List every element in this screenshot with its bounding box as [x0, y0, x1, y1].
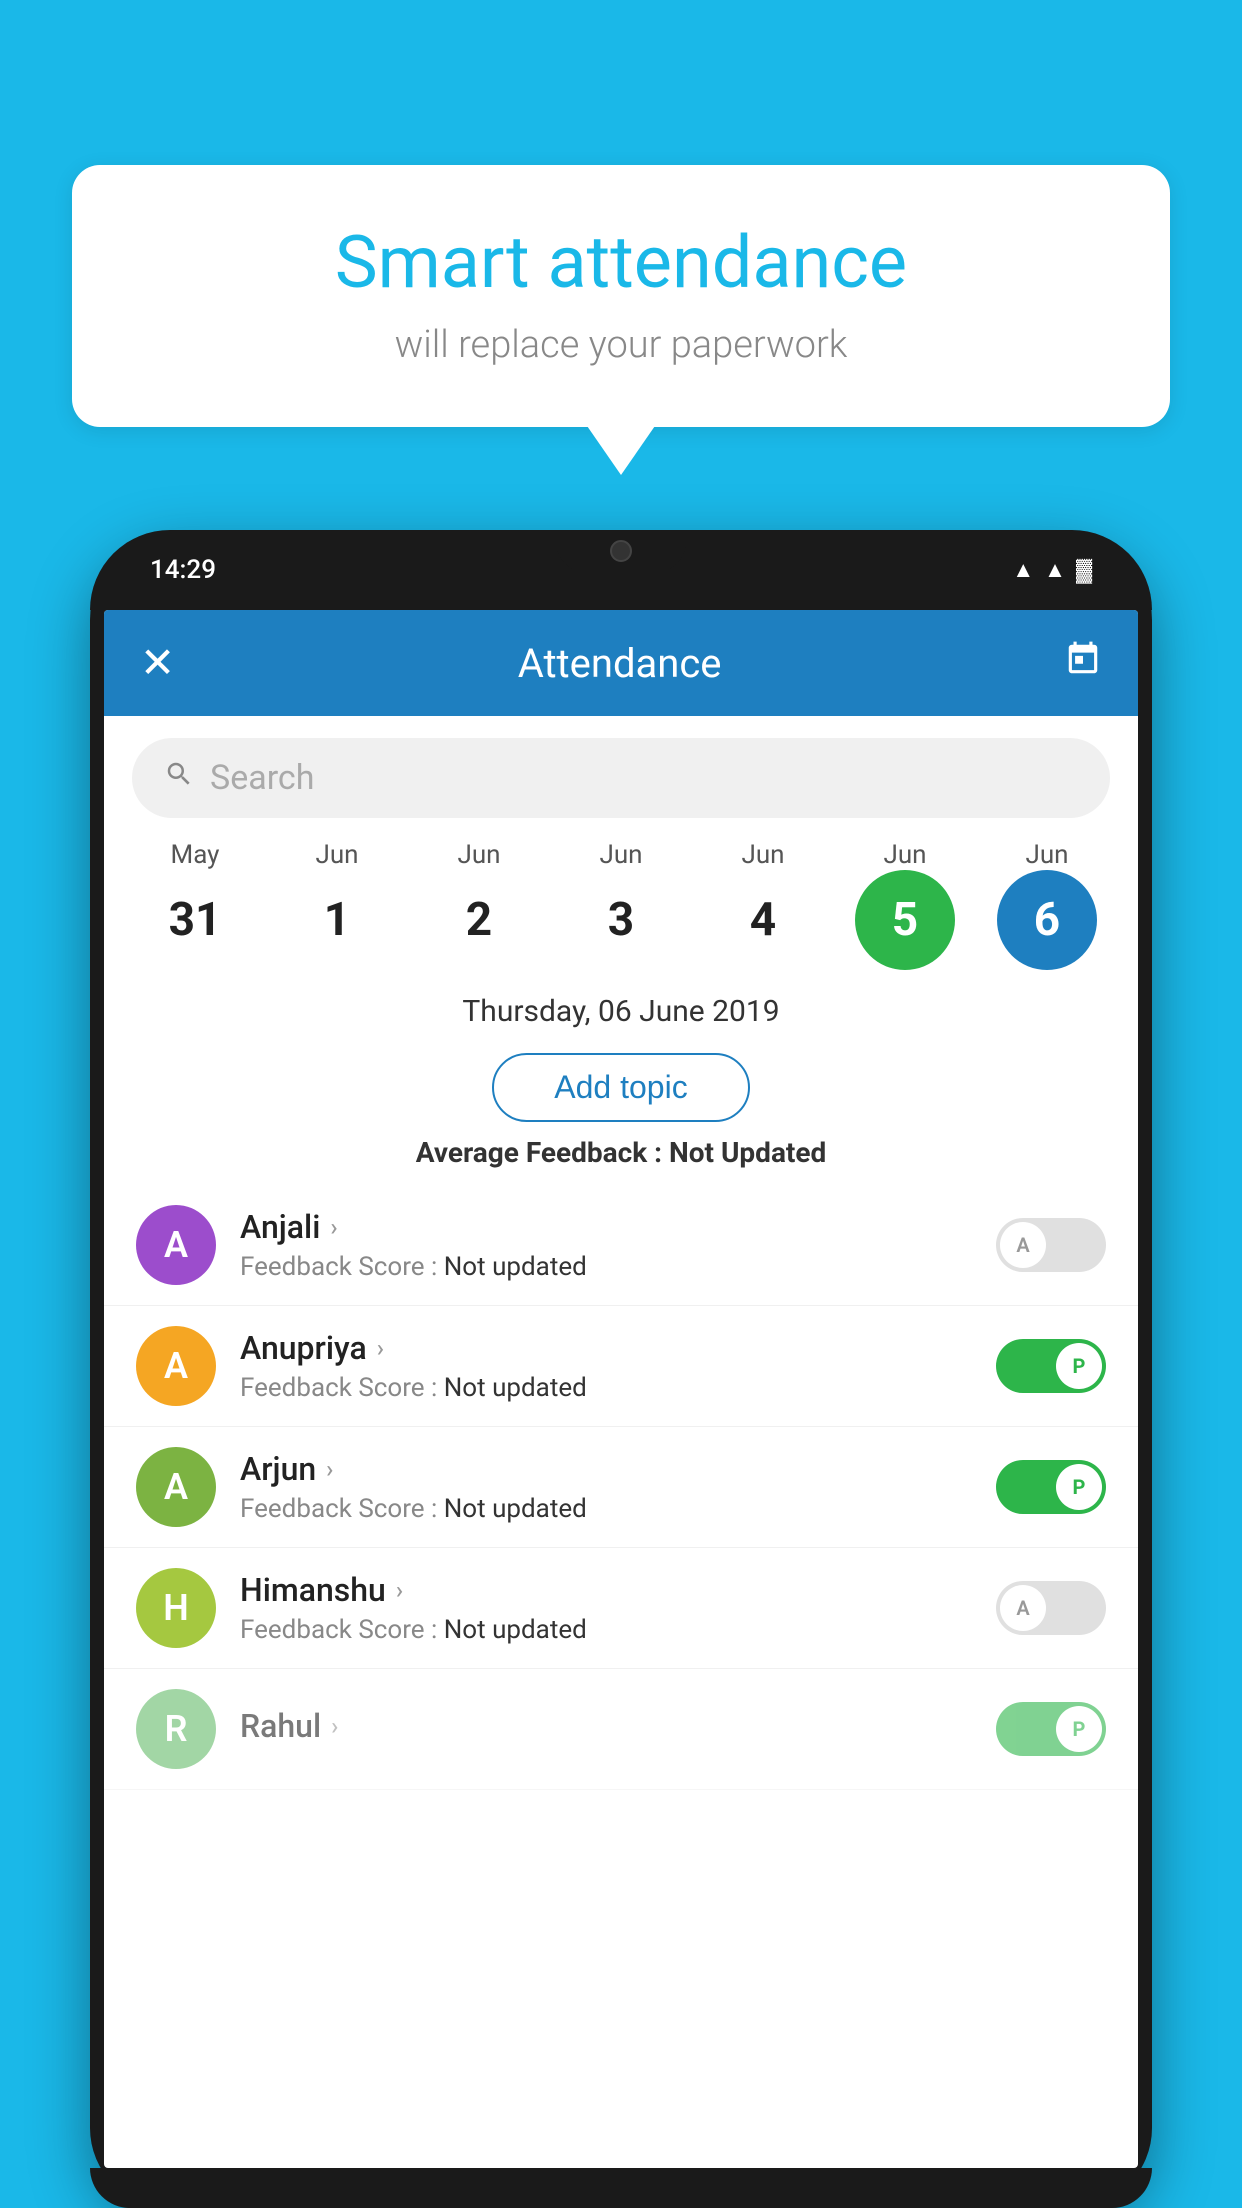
student-name-anjali: Anjali — [240, 1208, 320, 1246]
calendar-months: May 31 Jun 1 Jun 2 Jun 3 Jun 4 Jun 5 — [104, 840, 1138, 970]
student-row-arjun[interactable]: A Arjun › Feedback Score : Not updated P — [104, 1427, 1138, 1548]
feedback-anupriya: Feedback Score : Not updated — [240, 1373, 996, 1403]
status-icons: ▲ ▲ ▓ — [1012, 557, 1092, 583]
cal-day-3[interactable]: 3 — [571, 870, 671, 970]
student-name-anupriya: Anupriya — [240, 1329, 367, 1367]
phone-bottom-bar — [90, 2168, 1152, 2208]
battery-icon: ▓ — [1076, 557, 1092, 583]
toggle-himanshu[interactable]: A — [996, 1581, 1106, 1635]
present-toggle-partial[interactable]: P — [996, 1702, 1106, 1756]
calendar-icon[interactable] — [1064, 640, 1102, 687]
chevron-right-icon: › — [331, 1712, 338, 1740]
student-row-anjali[interactable]: A Anjali › Feedback Score : Not updated … — [104, 1185, 1138, 1306]
avatar-partial: R — [136, 1689, 216, 1769]
student-info-himanshu: Himanshu › Feedback Score : Not updated — [240, 1571, 996, 1645]
app-header: ✕ Attendance — [104, 610, 1138, 716]
chevron-right-icon: › — [377, 1334, 384, 1362]
student-row-himanshu[interactable]: H Himanshu › Feedback Score : Not update… — [104, 1548, 1138, 1669]
toggle-anupriya[interactable]: P — [996, 1339, 1106, 1393]
absent-toggle-himanshu[interactable]: A — [996, 1581, 1106, 1635]
toggle-anjali[interactable]: A — [996, 1218, 1106, 1272]
close-button[interactable]: ✕ — [140, 638, 175, 688]
present-toggle-anupriya[interactable]: P — [996, 1339, 1106, 1393]
chevron-right-icon: › — [326, 1455, 333, 1483]
chevron-right-icon: › — [330, 1213, 337, 1241]
signal-icon: ▲ — [1044, 557, 1066, 583]
student-info-anupriya: Anupriya › Feedback Score : Not updated — [240, 1329, 996, 1403]
status-bar: 14:29 ▲ ▲ ▓ — [90, 530, 1152, 610]
cal-day-2[interactable]: 2 — [429, 870, 529, 970]
student-row-partial[interactable]: R Rahul › P — [104, 1669, 1138, 1790]
cal-cell-jun3: Jun 3 — [556, 840, 686, 970]
status-time: 14:29 — [150, 555, 216, 585]
cal-cell-jun5: Jun 5 — [840, 840, 970, 970]
wifi-icon: ▲ — [1012, 557, 1034, 583]
cal-cell-jun1: Jun 1 — [272, 840, 402, 970]
bubble-subtitle: will replace your paperwork — [132, 323, 1110, 367]
present-toggle-arjun[interactable]: P — [996, 1460, 1106, 1514]
toggle-knob-partial: P — [1056, 1706, 1102, 1752]
cal-cell-may31: May 31 — [130, 840, 260, 970]
student-row-anupriya[interactable]: A Anupriya › Feedback Score : Not update… — [104, 1306, 1138, 1427]
cal-day-4[interactable]: 4 — [713, 870, 813, 970]
search-icon — [164, 759, 194, 797]
student-name-partial: Rahul — [240, 1707, 321, 1745]
toggle-knob-anupriya: P — [1056, 1343, 1102, 1389]
cal-day-31[interactable]: 31 — [145, 870, 245, 970]
avatar-arjun: A — [136, 1447, 216, 1527]
search-bar[interactable]: Search — [132, 738, 1110, 818]
cal-day-5-today[interactable]: 5 — [855, 870, 955, 970]
absent-toggle-anjali[interactable]: A — [996, 1218, 1106, 1272]
student-name-arjun: Arjun — [240, 1450, 316, 1488]
toggle-knob-himanshu: A — [1000, 1585, 1046, 1631]
phone-screen: ✕ Attendance Search May 31 — [104, 610, 1138, 2168]
feedback-arjun: Feedback Score : Not updated — [240, 1494, 996, 1524]
toggle-arjun[interactable]: P — [996, 1460, 1106, 1514]
phone-notch — [556, 530, 686, 572]
toggle-knob-anjali: A — [1000, 1222, 1046, 1268]
cal-cell-jun2: Jun 2 — [414, 840, 544, 970]
phone-frame: 14:29 ▲ ▲ ▓ ✕ Attendance — [90, 530, 1152, 2208]
avg-feedback: Average Feedback : Not Updated — [104, 1136, 1138, 1169]
cal-cell-jun6: Jun 6 — [982, 840, 1112, 970]
header-title: Attendance — [518, 640, 722, 687]
student-info-partial: Rahul › — [240, 1707, 996, 1751]
student-list: A Anjali › Feedback Score : Not updated … — [104, 1185, 1138, 1790]
search-input[interactable]: Search — [210, 758, 314, 798]
student-name-himanshu: Himanshu — [240, 1571, 386, 1609]
bubble-title: Smart attendance — [132, 220, 1110, 305]
selected-date: Thursday, 06 June 2019 — [104, 978, 1138, 1039]
chevron-right-icon: › — [396, 1576, 403, 1604]
avg-feedback-label: Average Feedback : — [416, 1136, 662, 1169]
feedback-anjali: Feedback Score : Not updated — [240, 1252, 996, 1282]
toggle-knob-arjun: P — [1056, 1464, 1102, 1510]
phone-camera — [610, 540, 632, 562]
cal-day-6-selected[interactable]: 6 — [997, 870, 1097, 970]
student-info-arjun: Arjun › Feedback Score : Not updated — [240, 1450, 996, 1524]
speech-bubble: Smart attendance will replace your paper… — [72, 165, 1170, 427]
toggle-partial[interactable]: P — [996, 1702, 1106, 1756]
cal-day-1[interactable]: 1 — [287, 870, 387, 970]
avatar-himanshu: H — [136, 1568, 216, 1648]
cal-cell-jun4: Jun 4 — [698, 840, 828, 970]
avg-feedback-value: Not Updated — [669, 1136, 826, 1169]
avatar-anjali: A — [136, 1205, 216, 1285]
feedback-himanshu: Feedback Score : Not updated — [240, 1615, 996, 1645]
avatar-anupriya: A — [136, 1326, 216, 1406]
student-info-anjali: Anjali › Feedback Score : Not updated — [240, 1208, 996, 1282]
add-topic-button[interactable]: Add topic — [492, 1053, 749, 1122]
